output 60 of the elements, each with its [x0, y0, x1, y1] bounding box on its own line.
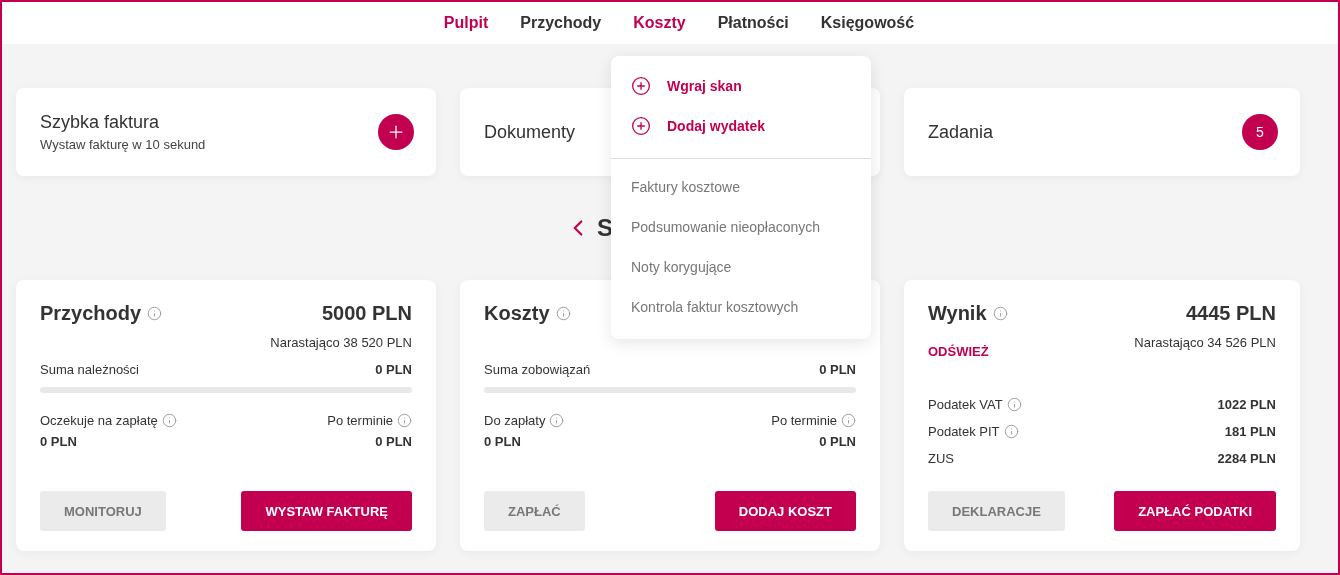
secondary-button[interactable]: MONITORUJ	[40, 491, 166, 531]
info-icon[interactable]	[992, 306, 1008, 321]
sum-label: Suma zobowiązań	[484, 362, 591, 377]
plus-circle-icon	[631, 76, 651, 96]
secondary-button[interactable]: DEKLARACJE	[928, 491, 1065, 531]
card-title: Zadania	[928, 121, 994, 143]
nav-tab[interactable]: Księgowość	[820, 14, 915, 32]
info-icon[interactable]	[549, 413, 565, 428]
menu-item[interactable]: Wgraj skan	[611, 66, 871, 106]
stat-label: Po terminie	[327, 413, 393, 428]
count-badge: 5	[1242, 114, 1278, 150]
info-icon[interactable]	[147, 306, 163, 321]
info-icon[interactable]	[841, 413, 856, 428]
nav-tab[interactable]: Pulpit	[443, 14, 489, 32]
primary-button[interactable]: DODAJ KOSZT	[714, 491, 856, 531]
tax-label: Podatek PIT	[928, 424, 1000, 439]
card-title: Wynik	[928, 302, 987, 325]
menu-item[interactable]: Podsumowanie nieopłaconych	[611, 207, 871, 247]
nav-tab[interactable]: Koszty	[633, 14, 686, 32]
info-icon[interactable]	[161, 413, 177, 428]
stat-label: Po terminie	[771, 413, 837, 428]
stat-value: 0 PLN	[375, 434, 412, 449]
card-title: Dokumenty	[484, 121, 576, 143]
menu-item[interactable]: Noty korygujące	[611, 247, 871, 287]
sum-label: Suma należności	[40, 362, 139, 377]
tax-value: 1022 PLN	[1217, 397, 1276, 412]
tax-label: ZUS	[928, 451, 954, 466]
add-button[interactable]	[378, 114, 414, 150]
sum-value: 0 PLN	[375, 362, 412, 377]
plus-circle-icon	[631, 116, 651, 136]
menu-item[interactable]: Dodaj wydatek	[611, 106, 871, 146]
stat-value: 0 PLN	[40, 434, 77, 449]
nav-tab[interactable]: Płatności	[717, 14, 789, 32]
card-title: Koszty	[484, 302, 550, 325]
cumulative-amount: Narastająco 34 526 PLN	[1134, 335, 1276, 350]
primary-button[interactable]: ZAPŁAĆ PODATKI	[1114, 491, 1276, 531]
primary-button[interactable]: WYSTAW FAKTURĘ	[241, 491, 412, 531]
info-icon[interactable]	[1003, 424, 1019, 439]
info-icon[interactable]	[397, 413, 412, 428]
stat-label: Do zapłaty	[484, 413, 546, 428]
info-icon[interactable]	[1006, 397, 1022, 412]
card-subtitle: Wystaw fakturę w 10 sekund	[40, 137, 206, 152]
card-title: Przychody	[40, 302, 142, 325]
menu-item[interactable]: Faktury kosztowe	[611, 167, 871, 207]
tax-value: 2284 PLN	[1217, 451, 1276, 466]
stat-value: 0 PLN	[819, 434, 856, 449]
section-heading: S	[597, 214, 613, 242]
tax-value: 181 PLN	[1224, 424, 1276, 439]
stat-label: Oczekuje na zapłatę	[40, 413, 158, 428]
amount: 4445 PLN	[1185, 302, 1276, 325]
stat-value: 0 PLN	[484, 434, 521, 449]
tax-label: Podatek VAT	[928, 397, 1003, 412]
sum-value: 0 PLN	[819, 362, 856, 377]
amount: 5000 PLN	[321, 302, 412, 325]
secondary-button[interactable]: ZAPŁAĆ	[484, 491, 585, 531]
nav-tab[interactable]: Przychody	[520, 14, 602, 32]
card-title: Szybka faktura	[40, 112, 161, 133]
menu-item[interactable]: Kontrola faktur kosztowych	[611, 287, 871, 327]
info-icon[interactable]	[555, 306, 571, 321]
cumulative-amount: Narastająco 38 520 PLN	[270, 335, 412, 350]
